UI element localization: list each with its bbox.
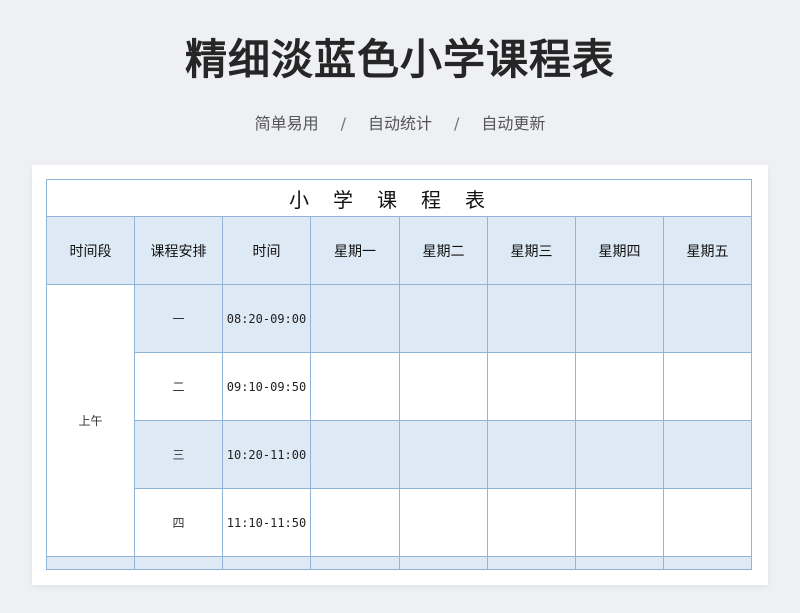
header-row: 时间段 课程安排 时间 星期一 星期二 星期三 星期四 星期五	[46, 216, 752, 285]
column-header: 星期五	[663, 216, 752, 285]
lesson-number-cell: 三	[134, 420, 223, 489]
course-cell[interactable]	[310, 488, 400, 557]
course-cell[interactable]	[575, 284, 664, 353]
column-header: 时间段	[46, 216, 135, 285]
table-row: 四 11:10-11:50	[47, 488, 752, 557]
course-cell[interactable]	[310, 352, 400, 421]
lesson-time-cell: 10:20-11:00	[222, 420, 311, 489]
tag-easy: 简单易用	[254, 114, 319, 133]
course-cell[interactable]	[575, 420, 664, 489]
lesson-number-cell: 一	[134, 284, 223, 353]
lesson-time-cell: 11:10-11:50	[222, 488, 311, 557]
course-cell[interactable]	[663, 420, 752, 489]
period-cell: 上午	[46, 284, 135, 557]
page-title: 精细淡蓝色小学课程表	[184, 35, 615, 84]
course-cell[interactable]	[663, 352, 752, 421]
lesson-time-cell: 08:20-09:00	[222, 284, 311, 353]
table-row: 三 10:20-11:00	[47, 420, 752, 489]
table-cell	[487, 556, 576, 570]
tag-separator: /	[454, 114, 460, 133]
feature-tags: 简单易用 / 自动统计 / 自动更新	[0, 112, 800, 136]
table-row: 上午 一 08:20-09:00	[46, 284, 752, 557]
table-cell	[663, 556, 752, 570]
table-cell	[575, 556, 664, 570]
course-cell[interactable]	[399, 284, 488, 353]
course-cell[interactable]	[310, 420, 400, 489]
column-header: 星期四	[575, 216, 664, 285]
course-cell[interactable]	[399, 420, 488, 489]
tag-auto-update: 自动更新	[481, 114, 546, 133]
course-cell[interactable]	[487, 488, 576, 557]
course-cell[interactable]	[487, 284, 576, 353]
table-row: 二 09:10-09:50	[47, 352, 752, 421]
lesson-time-cell: 09:10-09:50	[222, 352, 311, 421]
table-cell	[222, 556, 311, 570]
lesson-number-cell: 二	[134, 352, 223, 421]
course-cell[interactable]	[487, 352, 576, 421]
column-header: 星期二	[399, 216, 488, 285]
course-cell[interactable]	[575, 488, 664, 557]
column-header: 课程安排	[134, 216, 223, 285]
table-cell	[46, 556, 135, 570]
course-cell[interactable]	[399, 352, 488, 421]
column-header: 星期三	[487, 216, 576, 285]
course-cell[interactable]	[310, 284, 400, 353]
course-cell[interactable]	[487, 420, 576, 489]
column-header: 星期一	[310, 216, 400, 285]
table-cell	[399, 556, 488, 570]
table-cell	[310, 556, 400, 570]
course-cell[interactable]	[663, 284, 752, 353]
schedule-table: 小学课程表 时间段 课程安排 时间 星期一 星期二 星期三 星期四 星期五 上午…	[46, 179, 752, 570]
table-row-partial	[46, 556, 752, 570]
preview-card: 小学课程表 时间段 课程安排 时间 星期一 星期二 星期三 星期四 星期五 上午…	[32, 165, 768, 585]
lesson-number-cell: 四	[134, 488, 223, 557]
table-cell	[134, 556, 223, 570]
schedule-title: 小学课程表	[46, 179, 752, 217]
course-cell[interactable]	[399, 488, 488, 557]
tag-auto-stats: 自动统计	[367, 114, 432, 133]
tag-separator: /	[340, 114, 346, 133]
course-cell[interactable]	[575, 352, 664, 421]
course-cell[interactable]	[663, 488, 752, 557]
column-header: 时间	[222, 216, 311, 285]
